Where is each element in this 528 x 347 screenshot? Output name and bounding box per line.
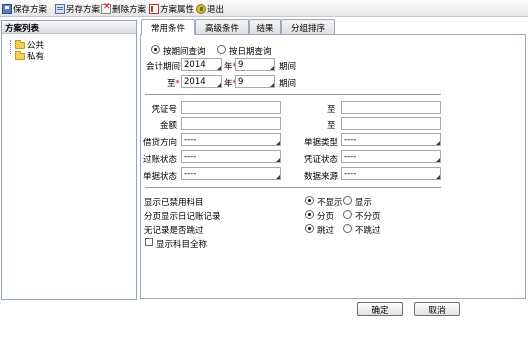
skip-empty-label: 无记录是否跳过 bbox=[144, 226, 204, 236]
period-to-label: 至* bbox=[167, 77, 180, 89]
accounting-period-label: 会计期间* bbox=[146, 60, 184, 72]
amount-label: 金额 bbox=[159, 121, 177, 131]
save-as-scheme-button[interactable]: 另存方案 bbox=[55, 2, 100, 15]
full-name-label: 显示科目全称 bbox=[156, 240, 208, 250]
cancel-button[interactable]: 取消 bbox=[414, 302, 460, 316]
delete-icon bbox=[101, 2, 111, 14]
year-unit-text: 年 bbox=[224, 79, 233, 89]
show-disabled-no-label: 不显示 bbox=[317, 198, 343, 208]
exit-button[interactable]: 退出 bbox=[196, 2, 224, 15]
amount-to-input[interactable] bbox=[341, 117, 441, 130]
voucher-no-to-label: 至 bbox=[327, 105, 336, 115]
skip-yes-label: 跳过 bbox=[317, 226, 335, 236]
accounting-period-text: 会计期间 bbox=[146, 62, 181, 72]
from-period-field[interactable]: 9 bbox=[235, 58, 275, 71]
delete-scheme-label: 删除方案 bbox=[112, 4, 147, 15]
to-year-field[interactable]: 2014 bbox=[181, 75, 222, 88]
full-name-checkbox[interactable] bbox=[145, 238, 153, 246]
period-to-text: 至 bbox=[167, 79, 176, 89]
debit-credit-label: 借贷方向 bbox=[142, 138, 177, 148]
save-scheme-button[interactable]: 保存方案 bbox=[2, 2, 47, 15]
doc-status-select[interactable]: ---- bbox=[181, 167, 281, 180]
paging-no-label: 不分页 bbox=[355, 212, 381, 222]
voucher-status-select[interactable]: ---- bbox=[341, 150, 441, 163]
paging-no-radio[interactable] bbox=[343, 210, 352, 219]
tab-advanced-conditions[interactable]: 高级条件 bbox=[195, 19, 249, 34]
separator bbox=[145, 94, 441, 96]
doc-type-select[interactable]: ---- bbox=[341, 133, 441, 146]
data-source-label: 数据来源 bbox=[303, 172, 338, 182]
save-icon bbox=[2, 3, 12, 14]
show-disabled-no-radio[interactable] bbox=[305, 196, 314, 205]
amount-to-label: 至 bbox=[327, 121, 336, 131]
paging-yes-label: 分页 bbox=[317, 212, 335, 222]
scheme-list-title: 方案列表 bbox=[2, 21, 136, 34]
query-by-date-label: 按日期查询 bbox=[229, 47, 272, 57]
from-period-unit: 期间 bbox=[279, 62, 297, 72]
scheme-properties-label: 方案属性 bbox=[160, 4, 195, 15]
ok-button[interactable]: 确定 bbox=[357, 302, 403, 316]
paging-label: 分页显示日记账记录 bbox=[144, 212, 221, 222]
amount-from-input[interactable] bbox=[181, 117, 281, 130]
paging-yes-radio[interactable] bbox=[305, 210, 314, 219]
exit-label: 退出 bbox=[207, 4, 225, 15]
tree-connector bbox=[10, 40, 11, 54]
folder-icon bbox=[15, 39, 25, 49]
tab-common-conditions[interactable]: 常用条件 bbox=[141, 19, 195, 35]
save-as-icon bbox=[55, 3, 65, 14]
year-unit-text: 年 bbox=[224, 62, 233, 72]
doc-type-label: 单据类型 bbox=[303, 138, 338, 148]
tab-group-sort[interactable]: 分组排序 bbox=[281, 19, 335, 34]
common-conditions-panel: 按期间查询 按日期查询 会计期间* 2014 年 * 9 期间 至* 2014 年… bbox=[140, 34, 526, 299]
tab-results[interactable]: 结果 bbox=[249, 19, 281, 34]
debit-credit-select[interactable]: ---- bbox=[181, 133, 281, 146]
from-year-field[interactable]: 2014 bbox=[181, 58, 222, 71]
show-disabled-yes-radio[interactable] bbox=[343, 196, 352, 205]
query-by-date-radio[interactable] bbox=[217, 45, 226, 54]
required-mark: * bbox=[175, 79, 180, 89]
query-by-period-radio[interactable] bbox=[151, 45, 160, 54]
folder-icon bbox=[15, 50, 25, 60]
skip-yes-radio[interactable] bbox=[305, 224, 314, 233]
query-by-period-label: 按期间查询 bbox=[163, 47, 206, 57]
voucher-status-label: 凭证状态 bbox=[303, 155, 338, 165]
doc-status-label: 单据状态 bbox=[142, 172, 177, 182]
save-scheme-label: 保存方案 bbox=[13, 4, 48, 15]
show-disabled-yes-label: 显示 bbox=[355, 198, 373, 208]
skip-no-radio[interactable] bbox=[343, 224, 352, 233]
scheme-list-panel: 方案列表 公共 私有 bbox=[1, 20, 137, 300]
show-disabled-label: 显示已禁用科目 bbox=[144, 198, 204, 208]
delete-scheme-button[interactable]: 删除方案 bbox=[101, 2, 146, 15]
to-period-unit: 期间 bbox=[279, 79, 297, 89]
skip-no-label: 不跳过 bbox=[355, 226, 381, 236]
voucher-no-from-input[interactable] bbox=[181, 101, 281, 114]
posting-status-select[interactable]: ---- bbox=[181, 150, 281, 163]
separator bbox=[145, 187, 441, 189]
save-as-scheme-label: 另存方案 bbox=[66, 4, 101, 15]
to-period-field[interactable]: 9 bbox=[235, 75, 275, 88]
properties-icon bbox=[149, 3, 159, 14]
tree-item-private[interactable]: 私有 bbox=[15, 50, 44, 62]
toolbar: 保存方案 另存方案 删除方案 方案属性 退出 bbox=[0, 0, 528, 17]
posting-status-label: 过账状态 bbox=[142, 155, 177, 165]
exit-icon bbox=[196, 3, 206, 14]
data-source-select[interactable]: ---- bbox=[341, 167, 441, 180]
tree-item-label: 私有 bbox=[27, 52, 45, 62]
voucher-no-label: 凭证号 bbox=[151, 105, 177, 115]
scheme-properties-button[interactable]: 方案属性 bbox=[149, 2, 194, 15]
voucher-no-to-input[interactable] bbox=[341, 101, 441, 114]
